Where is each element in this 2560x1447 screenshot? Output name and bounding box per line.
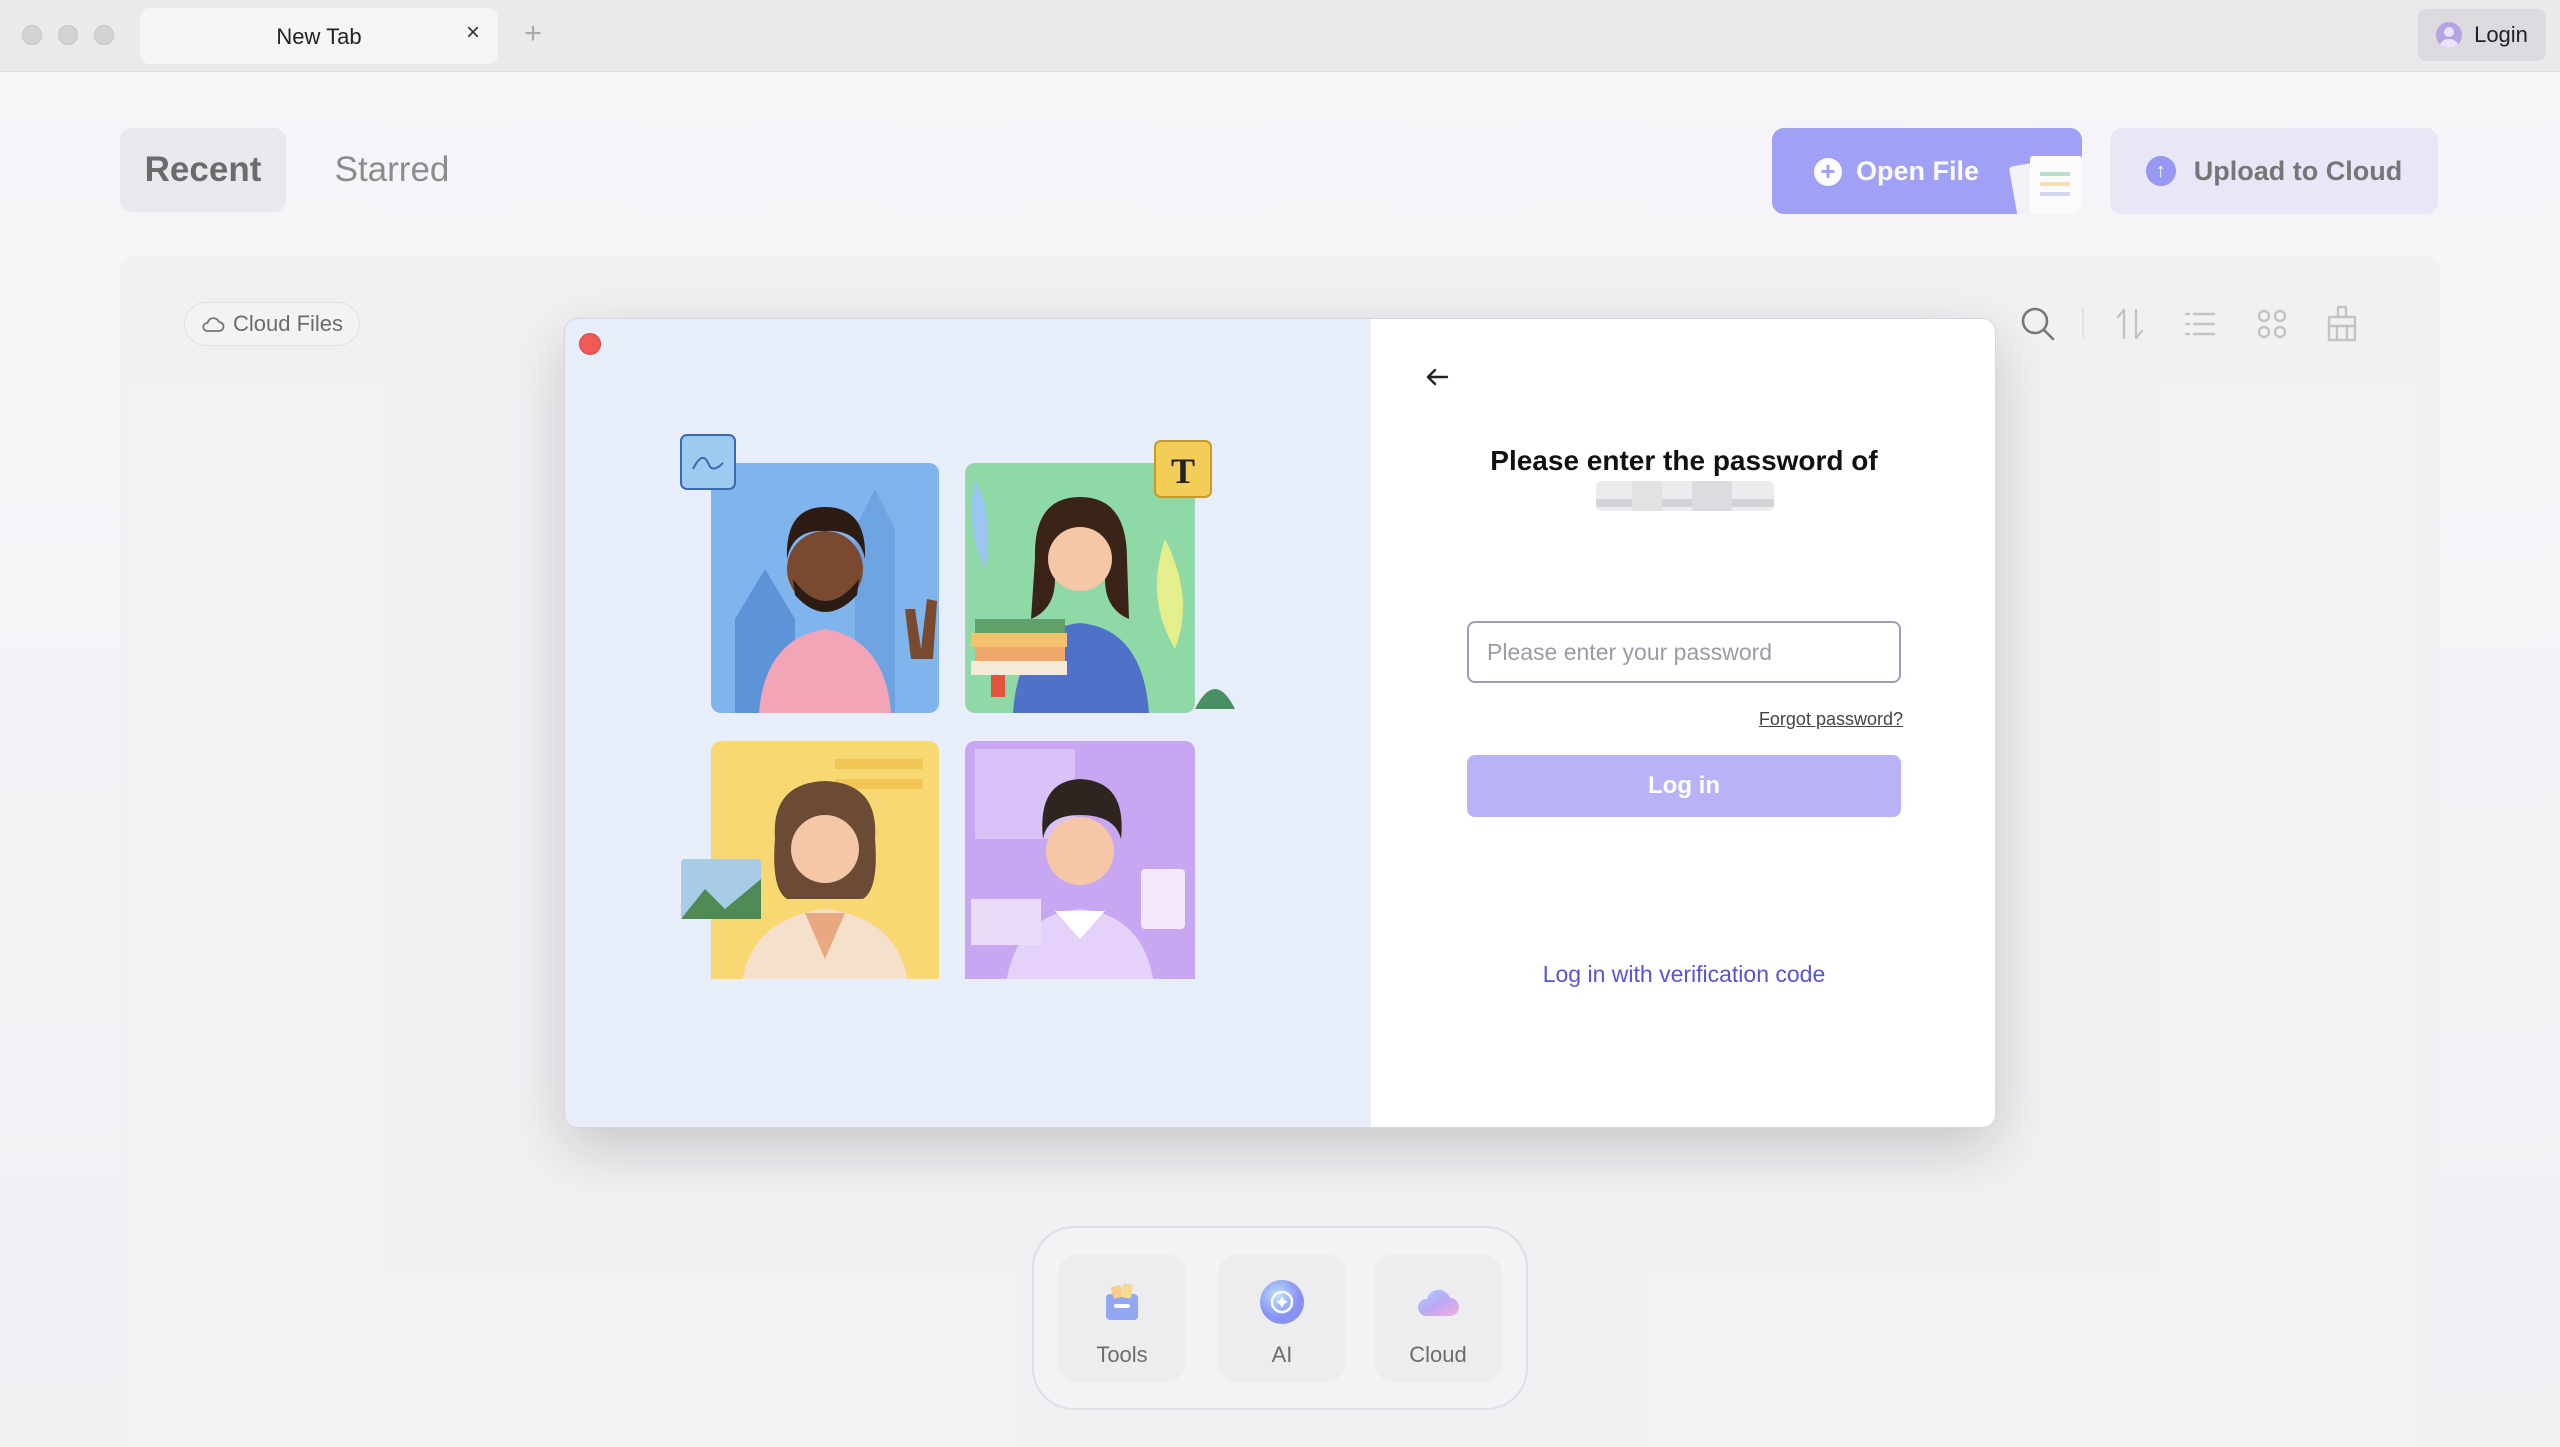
people-illustration: T	[680, 434, 1235, 979]
verification-code-link[interactable]: Log in with verification code	[1371, 961, 1995, 988]
redacted-email	[1596, 481, 1774, 511]
back-arrow-icon[interactable]	[1421, 361, 1453, 393]
dialog-close-button[interactable]	[579, 333, 601, 355]
dialog-illustration-panel: T	[565, 319, 1371, 1127]
window-zoom-button[interactable]	[94, 25, 114, 45]
forgot-password-link[interactable]: Forgot password?	[1759, 709, 1903, 730]
new-tab-button[interactable]: +	[518, 18, 548, 50]
browser-tab[interactable]: New Tab ×	[140, 8, 498, 64]
window-close-button[interactable]	[22, 25, 42, 45]
window-minimize-button[interactable]	[58, 25, 78, 45]
password-input[interactable]	[1467, 621, 1901, 683]
dialog-title: Please enter the password of	[1490, 445, 1878, 476]
password-dialog: T Please enter the password of Forgot pa…	[564, 318, 1996, 1128]
log-in-button[interactable]: Log in	[1467, 755, 1901, 817]
tab-title: New Tab	[276, 24, 362, 49]
dialog-form-panel: Please enter the password of Forgot pass…	[1371, 319, 1995, 1127]
login-label: Login	[2474, 22, 2528, 47]
login-button[interactable]: Login	[2418, 9, 2546, 61]
tab-close-icon[interactable]: ×	[460, 20, 486, 46]
svg-text:T: T	[1171, 451, 1195, 491]
title-bar: New Tab × + Login	[0, 0, 2560, 72]
avatar-icon	[2436, 22, 2463, 48]
